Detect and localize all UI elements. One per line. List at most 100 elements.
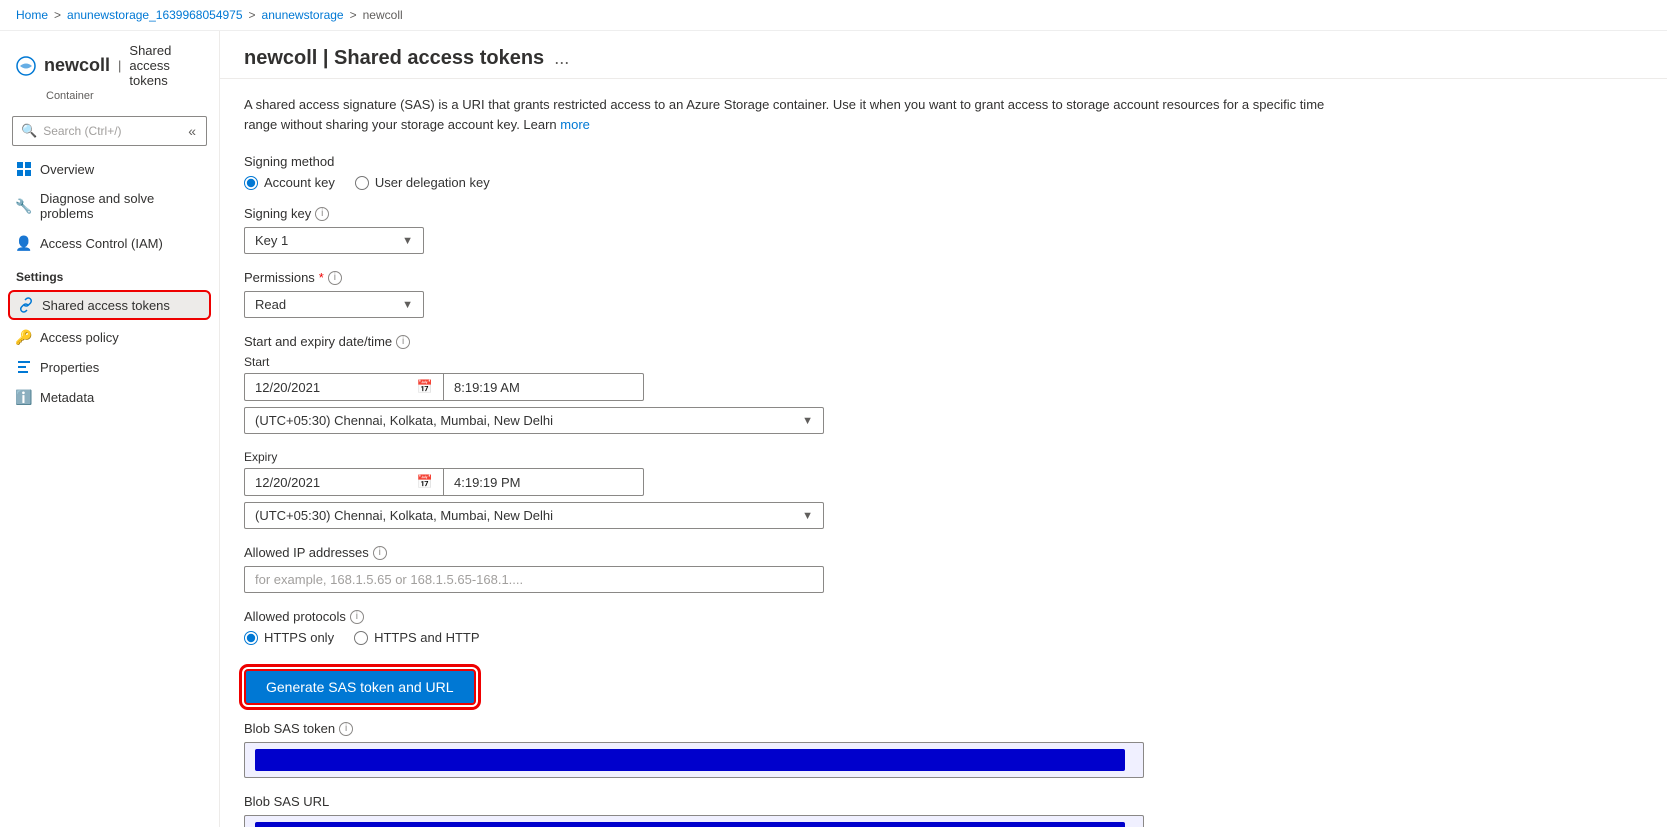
start-time-field[interactable]: 8:19:19 AM — [444, 373, 644, 401]
https-http-radio[interactable] — [354, 631, 368, 645]
signing-key-info-icon[interactable]: i — [315, 207, 329, 221]
breadcrumb-storage-account[interactable]: anunewstorage_1639968054975 — [67, 8, 243, 22]
allowed-ip-label: Allowed IP addresses i — [244, 545, 1643, 560]
signing-method-radio-group: Account key User delegation key — [244, 175, 1643, 190]
page-subtitle-sidebar: Shared access tokens — [129, 43, 203, 88]
permissions-chevron-icon: ▼ — [402, 299, 413, 311]
user-delegation-option[interactable]: User delegation key — [355, 175, 490, 190]
allowed-ip-info-icon[interactable]: i — [373, 546, 387, 560]
signing-key-label: Signing key i — [244, 206, 1643, 221]
start-date-field[interactable]: 12/20/2021 📅 — [244, 373, 444, 401]
permissions-select[interactable]: Read ▼ — [244, 291, 424, 318]
breadcrumb-home[interactable]: Home — [16, 8, 48, 22]
breadcrumb-anunewstorage[interactable]: anunewstorage — [262, 8, 344, 22]
expiry-calendar-icon[interactable]: 📅 — [417, 474, 433, 490]
expiry-time-field[interactable]: 4:19:19 PM — [444, 468, 644, 496]
start-label: Start — [244, 355, 1643, 369]
sidebar-item-metadata[interactable]: ℹ️ Metadata — [0, 382, 219, 412]
start-date-value: 12/20/2021 — [255, 380, 320, 395]
blob-sas-url-label: Blob SAS URL — [244, 794, 1643, 809]
expiry-time-value: 4:19:19 PM — [454, 475, 521, 490]
user-delegation-radio[interactable] — [355, 176, 369, 190]
signing-key-select[interactable]: Key 1 ▼ — [244, 227, 424, 254]
page-title: newcoll | Shared access tokens — [244, 47, 544, 70]
expiry-date-value: 12/20/2021 — [255, 475, 320, 490]
description-text: A shared access signature (SAS) is a URI… — [244, 95, 1344, 134]
resource-subtitle: Container — [46, 90, 203, 102]
resource-title: newcoll | Shared access tokens — [16, 43, 203, 88]
expiry-timezone-select[interactable]: (UTC+05:30) Chennai, Kolkata, Mumbai, Ne… — [244, 502, 824, 529]
generate-sas-button[interactable]: Generate SAS token and URL — [244, 669, 476, 705]
sidebar-header: newcoll | Shared access tokens Container — [0, 31, 219, 108]
expiry-date-field[interactable]: 12/20/2021 📅 — [244, 468, 444, 496]
account-key-label: Account key — [264, 175, 335, 190]
start-timezone-chevron: ▼ — [802, 415, 813, 427]
key-icon: 🔑 — [16, 329, 32, 345]
overview-label: Overview — [40, 162, 94, 177]
search-box[interactable]: 🔍 « — [12, 116, 207, 146]
content-body: A shared access signature (SAS) is a URI… — [220, 79, 1667, 827]
iam-label: Access Control (IAM) — [40, 236, 163, 251]
start-expiry-label: Start and expiry date/time i — [244, 334, 1643, 349]
protocols-radio-group: HTTPS only HTTPS and HTTP — [244, 630, 1643, 645]
https-only-label: HTTPS only — [264, 630, 334, 645]
expiry-timezone-value: (UTC+05:30) Chennai, Kolkata, Mumbai, Ne… — [255, 508, 553, 523]
properties-icon — [16, 359, 32, 375]
breadcrumb-current: newcoll — [363, 8, 403, 22]
https-only-option[interactable]: HTTPS only — [244, 630, 334, 645]
info-icon: ℹ️ — [16, 389, 32, 405]
search-input[interactable] — [43, 124, 180, 138]
metadata-label: Metadata — [40, 390, 94, 405]
permissions-label: Permissions * i — [244, 270, 1643, 285]
permissions-section: Permissions * i Read ▼ — [244, 270, 1643, 318]
expiry-datetime-row: 12/20/2021 📅 4:19:19 PM — [244, 468, 1643, 496]
https-only-radio[interactable] — [244, 631, 258, 645]
allowed-ip-section: Allowed IP addresses i — [244, 545, 1643, 593]
link-icon — [18, 297, 34, 313]
wrench-icon: 🔧 — [16, 198, 32, 214]
container-icon — [16, 55, 36, 77]
calendar-icon[interactable]: 📅 — [417, 379, 433, 395]
signing-method-section: Signing method Account key User delegati… — [244, 154, 1643, 190]
sidebar-item-shared-access-tokens[interactable]: Shared access tokens — [8, 290, 211, 320]
permissions-info-icon[interactable]: i — [328, 271, 342, 285]
main-content: newcoll | Shared access tokens ... A sha… — [220, 31, 1667, 827]
sidebar-item-overview[interactable]: Overview — [0, 154, 219, 184]
properties-label: Properties — [40, 360, 99, 375]
sidebar-item-diagnose[interactable]: 🔧 Diagnose and solve problems — [0, 184, 219, 228]
allowed-protocols-info-icon[interactable]: i — [350, 610, 364, 624]
blob-sas-url-field[interactable] — [244, 815, 1144, 827]
account-key-radio[interactable] — [244, 176, 258, 190]
sidebar: newcoll | Shared access tokens Container… — [0, 31, 220, 827]
expiry-label: Expiry — [244, 450, 1643, 464]
sidebar-item-access-policy[interactable]: 🔑 Access policy — [0, 322, 219, 352]
settings-section-label: Settings — [0, 258, 219, 288]
start-timezone-value: (UTC+05:30) Chennai, Kolkata, Mumbai, Ne… — [255, 413, 553, 428]
diagnose-label: Diagnose and solve problems — [40, 191, 203, 221]
start-timezone-select[interactable]: (UTC+05:30) Chennai, Kolkata, Mumbai, Ne… — [244, 407, 824, 434]
expiry-timezone-chevron: ▼ — [802, 510, 813, 522]
blob-sas-url-value — [255, 822, 1125, 827]
people-icon: 👤 — [16, 235, 32, 251]
allowed-protocols-label: Allowed protocols i — [244, 609, 1643, 624]
more-options-button[interactable]: ... — [554, 48, 569, 69]
start-expiry-section: Start and expiry date/time i Start 12/20… — [244, 334, 1643, 529]
allowed-ip-input[interactable] — [244, 566, 824, 593]
sidebar-item-properties[interactable]: Properties — [0, 352, 219, 382]
https-http-option[interactable]: HTTPS and HTTP — [354, 630, 479, 645]
account-key-option[interactable]: Account key — [244, 175, 335, 190]
sidebar-item-iam[interactable]: 👤 Access Control (IAM) — [0, 228, 219, 258]
blob-sas-token-info-icon[interactable]: i — [339, 722, 353, 736]
blob-sas-token-value — [255, 749, 1125, 771]
blob-sas-token-section: Blob SAS token i — [244, 721, 1643, 778]
learn-more-link[interactable]: more — [560, 117, 590, 132]
grid-icon — [16, 161, 32, 177]
content-header: newcoll | Shared access tokens ... — [220, 31, 1667, 79]
blob-sas-url-section: Blob SAS URL — [244, 794, 1643, 827]
allowed-protocols-section: Allowed protocols i HTTPS only HTTPS and… — [244, 609, 1643, 645]
collapse-button[interactable]: « — [186, 121, 198, 141]
start-expiry-info-icon[interactable]: i — [396, 335, 410, 349]
start-datetime-row: 12/20/2021 📅 8:19:19 AM — [244, 373, 1643, 401]
signing-method-label: Signing method — [244, 154, 1643, 169]
blob-sas-token-field[interactable] — [244, 742, 1144, 778]
